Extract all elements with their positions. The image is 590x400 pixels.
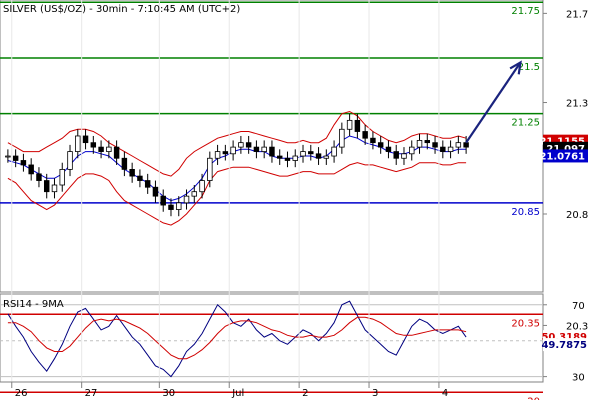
candle-body (5, 155, 11, 158)
candle-body (160, 195, 166, 206)
candle-body (276, 155, 283, 159)
candle-body (121, 157, 128, 170)
rsi-y-tick-label: 30 (572, 373, 585, 384)
candle-body (28, 164, 34, 175)
candle-body (98, 146, 104, 152)
candle-body (59, 169, 65, 186)
candle-body (90, 142, 97, 148)
candle-body (300, 151, 306, 157)
candle-body (323, 155, 330, 159)
candle-body (82, 135, 89, 144)
candle-body (67, 151, 73, 170)
candle-body (261, 146, 267, 152)
candle-body (199, 180, 205, 193)
candle-body (377, 142, 384, 148)
candle-body (238, 142, 244, 148)
candle-body (409, 146, 415, 155)
price-y-tick-label: 21.7 (566, 9, 588, 20)
candle-body (269, 146, 275, 157)
candle-body (424, 140, 431, 144)
x-tick-label: 2 (302, 388, 308, 399)
candle-body (152, 186, 159, 197)
candle-body (447, 146, 454, 152)
x-tick-label: 30 (162, 388, 175, 399)
candle-body (292, 155, 298, 161)
candle-body (401, 153, 407, 159)
candle-body (106, 146, 112, 152)
candle-body (370, 137, 376, 144)
price-tags: 21.115521.09721.0761 (539, 134, 588, 163)
candle-body (354, 119, 361, 132)
candle-body (346, 119, 353, 130)
x-tick-label: 3 (372, 388, 378, 399)
candle-body (51, 184, 58, 193)
candle-body (207, 157, 213, 181)
candle-body (440, 146, 446, 152)
candle-body (455, 142, 462, 148)
level-label: 20.35 (511, 318, 540, 329)
level-label: 21.25 (511, 118, 540, 129)
x-tick-label: 26 (15, 388, 28, 399)
x-tick-label: 4 (442, 388, 448, 399)
price-y-tick-label: 21.3 (566, 99, 588, 110)
candle-body (43, 180, 50, 193)
x-tick-label: Jul (231, 388, 244, 399)
candle-body (245, 142, 252, 148)
candle-body (36, 173, 42, 181)
rsi-y-tick-label: 70 (572, 301, 585, 312)
candle-body (20, 160, 27, 166)
candle-body (214, 151, 221, 159)
candle-body (75, 135, 81, 152)
candle-body (315, 153, 322, 159)
candle-body (463, 142, 469, 148)
candle-body (362, 131, 368, 139)
candle-body (253, 146, 260, 152)
candle-body (137, 175, 143, 181)
x-tick-label: 27 (85, 388, 98, 399)
silver-price-chart: 21.7521.521.2520.8520.3520 21.721.320.82… (0, 0, 588, 400)
price-chart-title: SILVER (US$/OZ) - 30min - 7:10:45 AM (UT… (3, 4, 240, 15)
candle-body (12, 155, 19, 161)
rsi-tag-label: 49.7875 (541, 340, 587, 351)
candle-body (339, 128, 345, 148)
candle-body (168, 204, 174, 210)
candle-body (331, 146, 337, 157)
candle-body (183, 195, 190, 204)
rsi-value-tags: 50.318949.7875 (541, 330, 588, 352)
candle-body (113, 146, 120, 159)
candle-body (385, 146, 392, 152)
candle-body (176, 202, 182, 210)
rsi-chart-title: RSI14 - 9MA (3, 299, 64, 310)
price-y-tick-label: 20.8 (566, 210, 588, 221)
candle-body (284, 157, 291, 161)
candle-body (393, 151, 399, 159)
candle-body (144, 180, 151, 188)
price-y-axis: 21.721.320.820.3 (543, 9, 588, 332)
price-tag-label: 21.0761 (539, 151, 585, 162)
level-label: 20 (527, 396, 540, 400)
candle-body (222, 151, 229, 155)
candle-body (230, 146, 236, 155)
level-label: 20.85 (511, 207, 540, 218)
candle-body (191, 191, 198, 197)
level-label: 21.75 (511, 6, 540, 17)
candle-body (432, 142, 438, 148)
candle-body (308, 151, 314, 155)
candle-body (416, 140, 423, 148)
candle-body (129, 169, 135, 177)
